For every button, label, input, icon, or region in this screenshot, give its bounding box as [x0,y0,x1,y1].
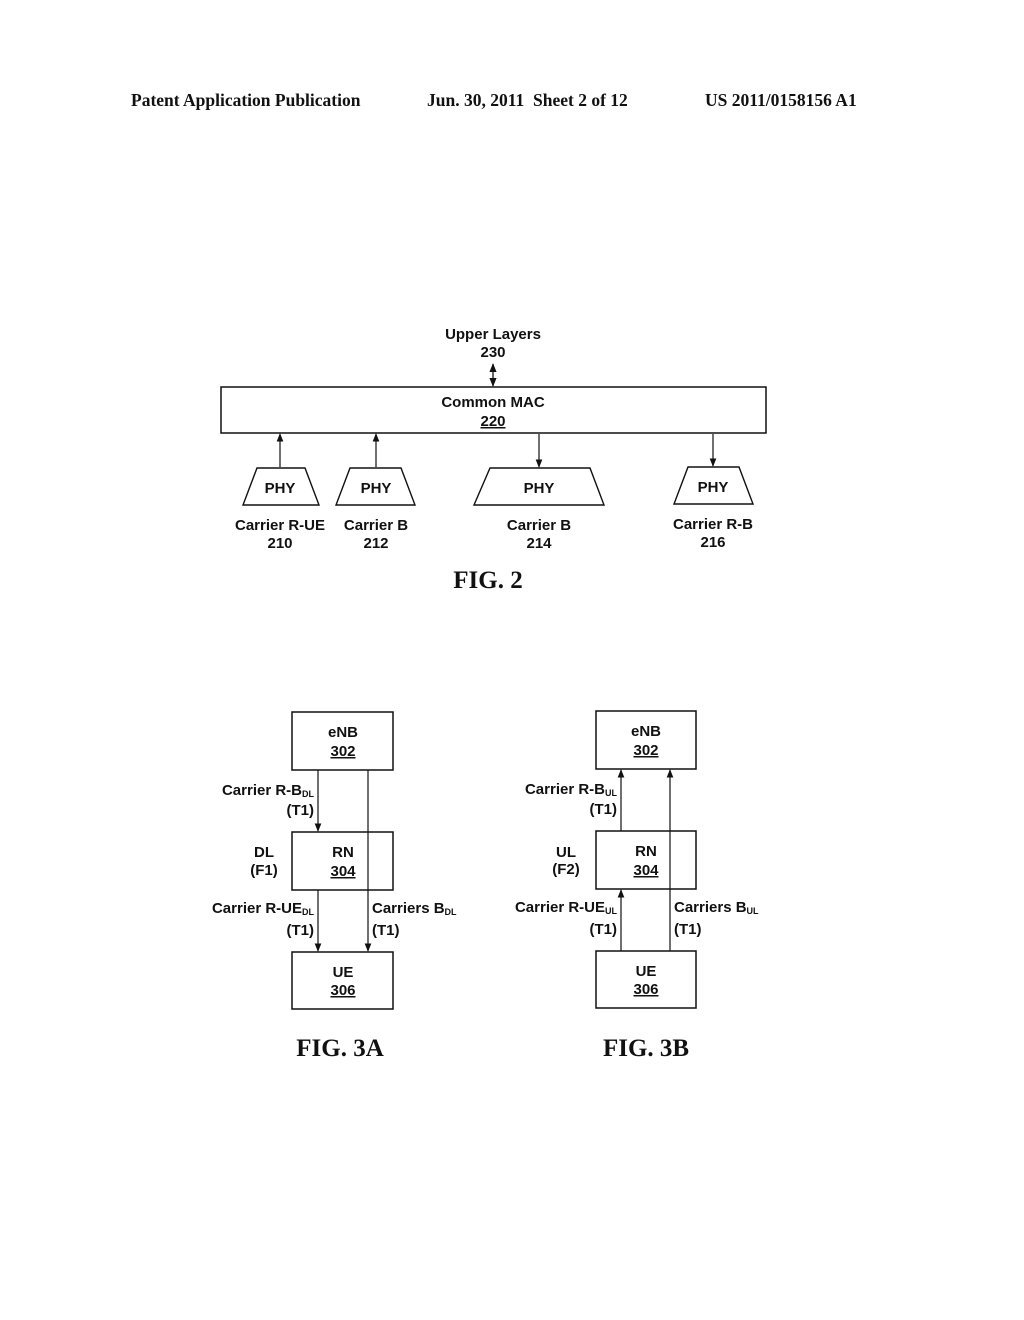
fig3b-rb-link-slot: (T1) [590,801,618,818]
fig3a-b-link-slot: (T1) [372,922,400,939]
fig3a-rb-link-label: Carrier R-BDL [222,782,315,799]
fig3a-enb-label: eNB [328,724,358,741]
fig3b-enb-ref: 302 [633,742,658,759]
fig3a-diagram: eNB 302 RN 304 UE 306 Carrier R-BDL (T1)… [212,711,457,1010]
fig3a-frequency-label: (F1) [250,862,278,879]
fig3a-rue-link-slot: (T1) [287,922,315,939]
fig3a-rn-box [291,831,394,891]
fig3b-rn-box [595,830,697,890]
fig3a-caption: FIG. 3A [296,1035,384,1062]
fig3b-enb-box [595,710,697,770]
upper-layers-label: Upper Layers [445,326,541,343]
fig3b-b-link-slot: (T1) [674,921,702,938]
fig3b-caption: FIG. 3B [602,1035,690,1062]
common-mac-ref: 220 [480,413,505,430]
phy-214-carrier: Carrier B [507,517,571,534]
fig3b-direction-label: UL [556,844,576,861]
fig3b-ue-label: UE [636,963,657,980]
fig3a-enb-ref: 302 [330,743,355,760]
fig3a-rb-link-slot: (T1) [287,802,315,819]
fig2-diagram: Upper Layers 230 Common MAC 220 PHY Carr… [220,326,767,552]
fig3a-b-link-label: Carriers BDL [372,900,457,917]
phy-216-label: PHY [698,479,729,496]
phy-214-label: PHY [524,480,555,497]
fig3a-enb-box [291,711,394,771]
fig3b-rue-link-label: Carrier R-UEUL [515,899,618,916]
upper-layers-ref: 230 [480,344,505,361]
fig3b-b-link-label: Carriers BUL [674,899,759,916]
phy-210: PHY Carrier R-UE 210 [235,433,325,552]
figures-canvas: Upper Layers 230 Common MAC 220 PHY Carr… [212,326,767,1010]
fig3b-ue-ref: 306 [633,981,658,998]
fig3b-rue-link-slot: (T1) [590,921,618,938]
fig3b-frequency-label: (F2) [552,861,580,878]
common-mac-label: Common MAC [441,394,544,411]
fig3a-rn-ref: 304 [330,863,356,880]
fig3a-direction-label: DL [254,844,274,861]
upper-layers-block: Upper Layers 230 [445,326,541,361]
phy-216-ref: 216 [700,534,725,551]
fig2-caption: FIG. 2 [453,567,523,594]
fig3a-ue-ref: 306 [330,982,355,999]
fig3a-rn-label: RN [332,844,354,861]
phy-210-carrier: Carrier R-UE [235,517,325,534]
phy-216-carrier: Carrier R-B [673,516,753,533]
fig3b-rb-link-label: Carrier R-BUL [525,781,618,798]
phy-214-ref: 214 [526,535,552,552]
fig3b-rn-ref: 304 [633,862,659,879]
phy-214: PHY Carrier B 214 [472,434,606,552]
fig3a-ue-label: UE [333,964,354,981]
fig3b-diagram: eNB 302 RN 304 UE 306 Carrier R-BUL (T1)… [515,710,759,1009]
phy-212-ref: 212 [363,535,388,552]
phy-210-ref: 210 [267,535,292,552]
phy-212-carrier: Carrier B [344,517,408,534]
phy-216: PHY Carrier R-B 216 [673,434,755,551]
phy-212: PHY Carrier B 212 [334,433,417,552]
phy-210-label: PHY [265,480,296,497]
fig3b-rn-label: RN [635,843,657,860]
fig3b-enb-label: eNB [631,723,661,740]
fig3a-rue-link-label: Carrier R-UEDL [212,900,315,917]
phy-212-label: PHY [361,480,392,497]
